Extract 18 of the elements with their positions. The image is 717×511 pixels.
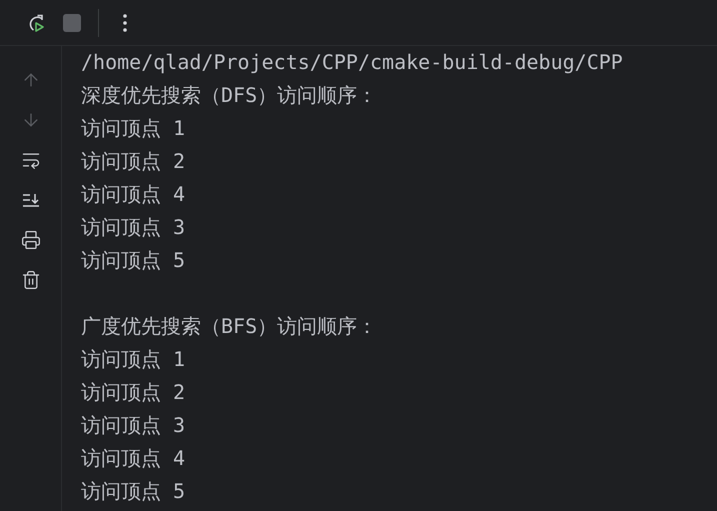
console-line: 深度优先搜索（DFS）访问顺序： [81,82,378,109]
console-line: /home/qlad/Projects/CPP/cmake-build-debug/CPP [81,49,623,76]
console-line: 访问顶点 2 [81,148,186,175]
stop-icon [63,14,81,32]
console-line: 访问顶点 3 [81,412,186,439]
rerun-icon [27,14,45,32]
printer-icon [20,230,40,250]
console-line: 访问顶点 5 [81,247,186,274]
console-line: 访问顶点 4 [81,445,186,472]
trash-icon [20,270,40,290]
console-line: 访问顶点 5 [81,478,186,505]
console-line: 访问顶点 1 [81,346,186,373]
console-line: 访问顶点 3 [81,214,186,241]
console-line: 访问顶点 2 [81,379,186,406]
more-icon [123,14,127,32]
console-line: 广度优先搜索（BFS）访问顺序： [81,313,378,340]
console-line: 访问顶点 4 [81,181,186,208]
console-line: 访问顶点 1 [81,115,186,142]
